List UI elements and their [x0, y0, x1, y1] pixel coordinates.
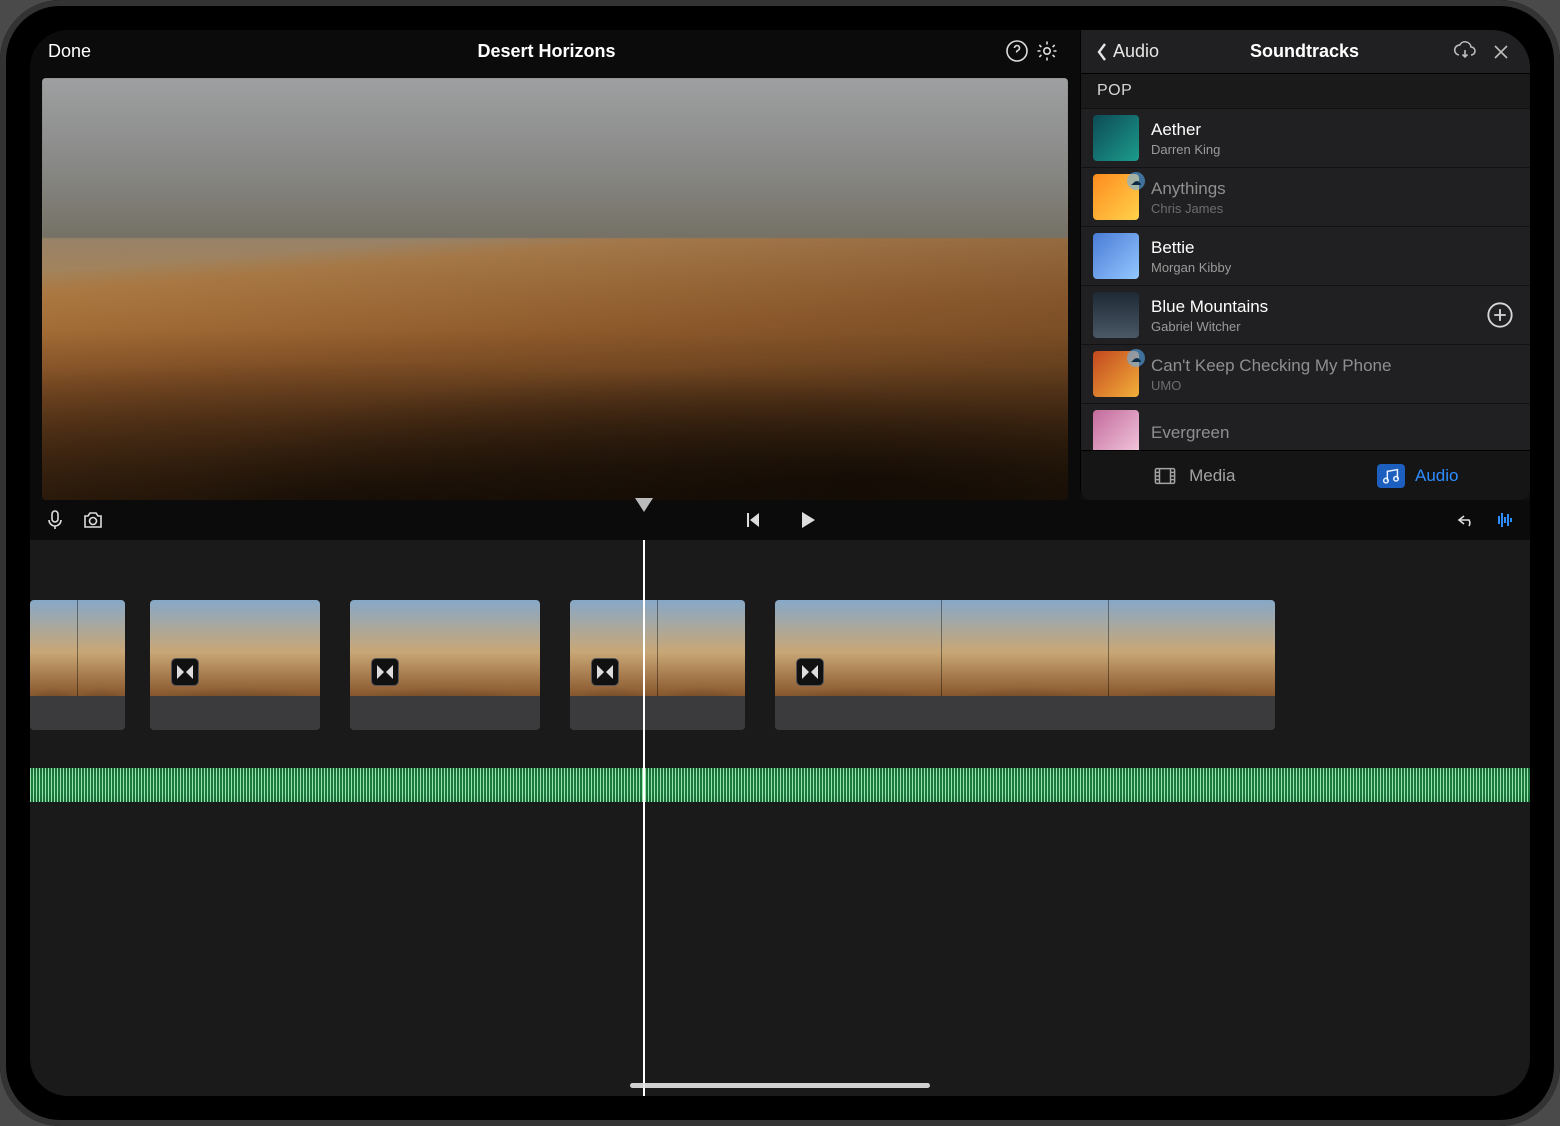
timeline-toolbar — [30, 500, 1530, 540]
track-row[interactable]: Blue Mountains Gabriel Witcher — [1081, 286, 1530, 345]
ipad-frame: Done Desert Horizons Audio — [0, 0, 1560, 1126]
album-art — [1093, 115, 1139, 161]
track-row[interactable]: Aether Darren King — [1081, 109, 1530, 168]
video-preview[interactable] — [42, 78, 1068, 500]
music-note-icon — [1377, 464, 1405, 488]
playhead-knob[interactable] — [635, 498, 653, 512]
track-trailing — [1482, 415, 1518, 450]
cloud-badge-icon: ☁ — [1127, 349, 1145, 367]
track-name: Evergreen — [1151, 423, 1470, 443]
transition-icon[interactable] — [171, 658, 199, 686]
timeline[interactable] — [30, 540, 1530, 1096]
tab-audio-label: Audio — [1415, 466, 1458, 486]
track-name: Can't Keep Checking My Phone — [1151, 356, 1470, 376]
tab-audio[interactable]: Audio — [1306, 451, 1531, 500]
audio-track[interactable] — [30, 768, 1530, 802]
track-trailing — [1482, 238, 1518, 274]
app-screen: Done Desert Horizons Audio — [30, 30, 1530, 1096]
undo-icon[interactable] — [1452, 505, 1482, 535]
album-art — [1093, 292, 1139, 338]
transition-icon[interactable] — [591, 658, 619, 686]
video-clip[interactable] — [775, 600, 1275, 730]
track-artist: UMO — [1151, 378, 1470, 393]
album-art — [1093, 410, 1139, 450]
filmstrip-icon — [1151, 464, 1179, 488]
track-trailing — [1482, 356, 1518, 392]
help-icon[interactable] — [1002, 36, 1032, 66]
audio-waveform — [30, 768, 1530, 802]
track-row[interactable]: Evergreen — [1081, 404, 1530, 450]
add-track-icon[interactable] — [1482, 297, 1518, 333]
track-row[interactable]: Bettie Morgan Kibby — [1081, 227, 1530, 286]
track-name: Bettie — [1151, 238, 1470, 258]
track-artist: Morgan Kibby — [1151, 260, 1470, 275]
project-title: Desert Horizons — [91, 41, 1002, 62]
skip-back-icon[interactable] — [738, 505, 768, 535]
track-list[interactable]: Aether Darren King ☁ Anythings Chris James Be… — [1081, 109, 1530, 450]
track-row[interactable]: ☁ Anythings Chris James — [1081, 168, 1530, 227]
genre-header: POP — [1081, 74, 1530, 109]
track-trailing — [1482, 179, 1518, 215]
track-row[interactable]: ☁ Can't Keep Checking My Phone UMO — [1081, 345, 1530, 404]
video-track[interactable] — [30, 600, 1530, 730]
tab-media[interactable]: Media — [1081, 451, 1306, 500]
track-name: Anythings — [1151, 179, 1470, 199]
cloud-badge-icon: ☁ — [1127, 172, 1145, 190]
back-to-audio-button[interactable]: Audio — [1095, 41, 1159, 62]
play-icon[interactable] — [792, 505, 822, 535]
transition-icon[interactable] — [371, 658, 399, 686]
video-clip[interactable] — [30, 600, 125, 730]
waveform-icon[interactable] — [1490, 505, 1520, 535]
playhead[interactable] — [643, 540, 645, 1096]
panel-title: Soundtracks — [1165, 41, 1444, 62]
track-name: Blue Mountains — [1151, 297, 1470, 317]
preview-header: Done Desert Horizons — [30, 30, 1080, 72]
track-name: Aether — [1151, 120, 1470, 140]
transition-icon[interactable] — [796, 658, 824, 686]
home-indicator[interactable] — [630, 1083, 930, 1088]
track-artist: Darren King — [1151, 142, 1470, 157]
soundtracks-panel: Audio Soundtracks POP Aether Darren King ☁… — [1080, 30, 1530, 500]
track-artist: Gabriel Witcher — [1151, 319, 1470, 334]
microphone-icon[interactable] — [40, 505, 70, 535]
back-label: Audio — [1113, 41, 1159, 62]
download-all-icon[interactable] — [1450, 37, 1480, 67]
track-artist: Chris James — [1151, 201, 1470, 216]
tab-media-label: Media — [1189, 466, 1235, 486]
settings-icon[interactable] — [1032, 36, 1062, 66]
track-trailing — [1482, 120, 1518, 156]
done-button[interactable]: Done — [48, 41, 91, 62]
close-panel-icon[interactable] — [1486, 37, 1516, 67]
camera-icon[interactable] — [78, 505, 108, 535]
album-art — [1093, 233, 1139, 279]
